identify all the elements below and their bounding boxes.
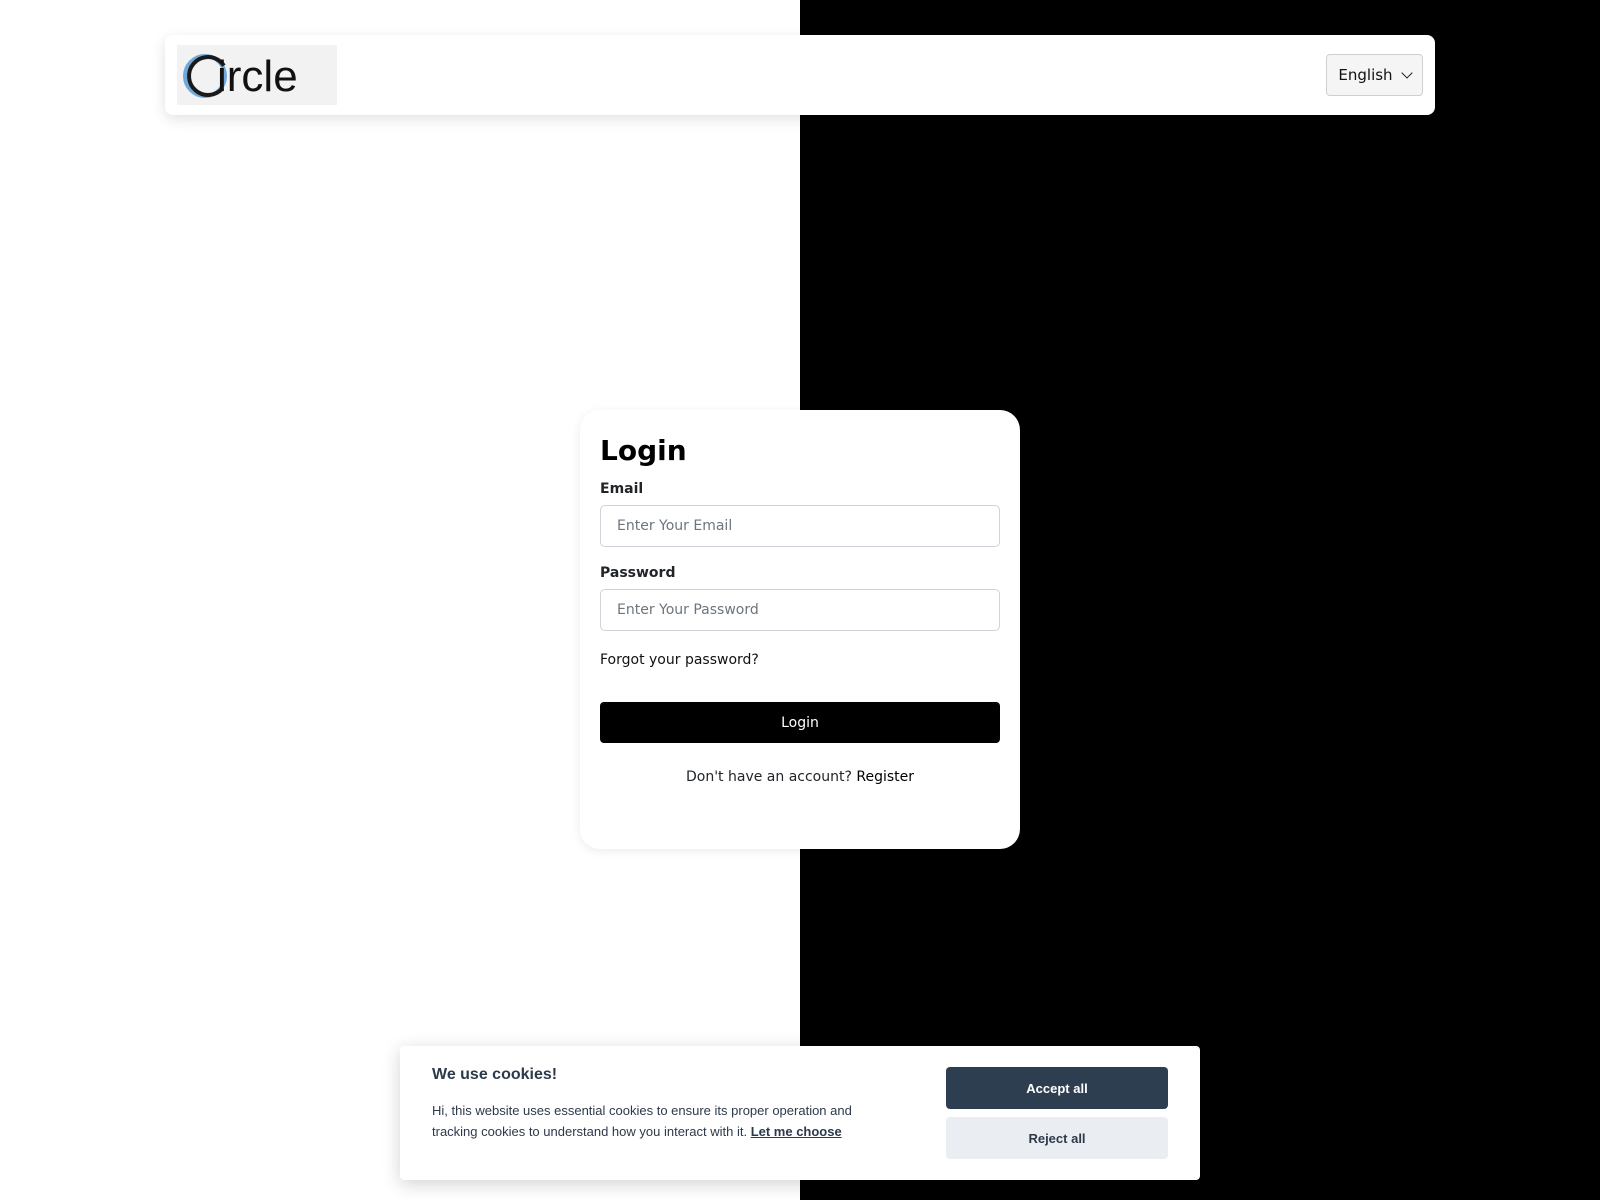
login-title: Login — [600, 434, 687, 467]
login-button[interactable]: Login — [600, 702, 1000, 743]
reject-all-button[interactable]: Reject all — [946, 1117, 1168, 1159]
chevron-down-icon — [1400, 67, 1413, 79]
svg-text:ircle: ircle — [217, 52, 298, 101]
cookie-buttons: Accept all Reject all — [946, 1067, 1168, 1159]
login-card: Login Email Password Forgot your passwor… — [580, 410, 1020, 849]
language-select[interactable]: English — [1326, 54, 1423, 96]
password-group: Password — [600, 565, 1000, 631]
email-label: Email — [600, 481, 644, 497]
top-navbar: ircle English — [165, 35, 1435, 115]
accept-all-button[interactable]: Accept all — [946, 1067, 1168, 1109]
password-label: Password — [600, 565, 676, 581]
email-input[interactable] — [600, 505, 1000, 547]
password-input[interactable] — [600, 589, 1000, 631]
circle-logo-image: ircle — [183, 52, 298, 101]
register-link[interactable]: Register — [856, 769, 914, 785]
cookie-banner: We use cookies! Hi, this website uses es… — [400, 1046, 1200, 1180]
register-row: Don't have an account? Register — [600, 769, 1000, 785]
circle-logo[interactable]: ircle — [177, 45, 337, 105]
email-group: Email — [600, 481, 1000, 547]
no-account-text: Don't have an account? — [685, 769, 852, 785]
let-me-choose-link[interactable]: Let me choose — [751, 1124, 842, 1139]
cookie-message: Hi, this website uses essential cookies … — [432, 1100, 892, 1142]
language-selected-value: English — [1338, 66, 1393, 84]
forgot-password-link[interactable]: Forgot your password? — [600, 652, 759, 668]
